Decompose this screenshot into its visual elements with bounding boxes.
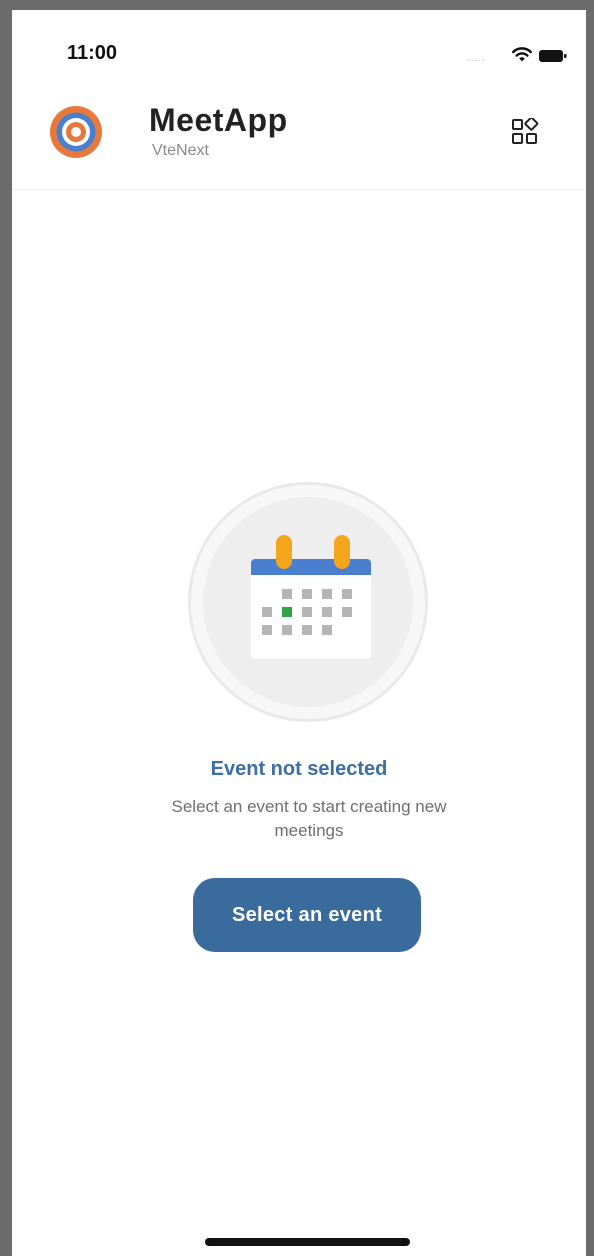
home-indicator[interactable] [205, 1238, 410, 1246]
calendar-icon [251, 535, 371, 659]
status-bar: 11:00 ..... [12, 10, 586, 90]
grid-apps-icon [512, 118, 539, 144]
empty-state-description: Select an event to start creating new me… [171, 797, 447, 840]
illustration-background [203, 497, 413, 707]
target-logo-icon [50, 106, 102, 158]
app-title: MeetApp [149, 102, 288, 138]
signal-icon: ..... [467, 53, 486, 64]
select-event-button[interactable]: Select an event [193, 878, 421, 952]
app-subtitle: VteNext [152, 142, 209, 159]
wifi-icon [512, 47, 532, 62]
empty-state-title: Event not selected [210, 758, 388, 780]
empty-state: Event not selected Select an event to st… [12, 480, 586, 960]
illustration-circle [188, 482, 428, 722]
status-time: 11:00 [67, 42, 118, 64]
apps-menu-button[interactable] [507, 114, 543, 150]
battery-icon [539, 50, 567, 62]
status-icons: ..... [467, 44, 567, 64]
app-header: MeetApp VteNext [12, 90, 586, 190]
